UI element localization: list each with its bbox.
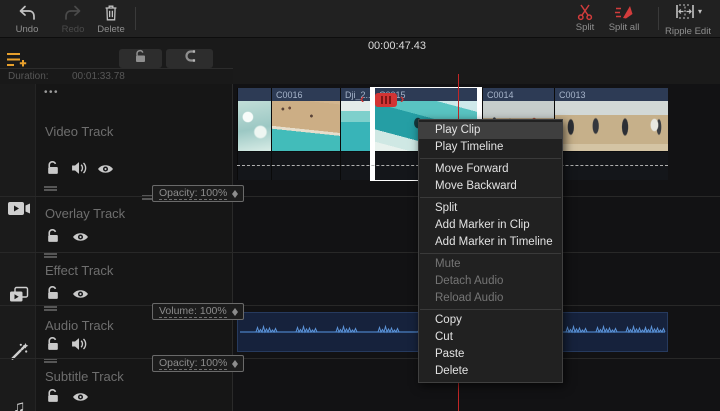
toolbar-separator xyxy=(135,7,136,30)
spinner-down-icon[interactable] xyxy=(232,312,238,316)
subtitle-opacity-spinner[interactable]: Opacity: 100% xyxy=(152,355,244,372)
menu-item-detach-audio: Detach Audio xyxy=(419,273,562,290)
ripple-edit-label: Ripple Edit xyxy=(660,26,716,37)
menu-item-copy[interactable]: Copy xyxy=(419,312,562,329)
menu-item-add-marker-in-timeline[interactable]: Add Marker in Timeline xyxy=(419,234,562,251)
audio-volume-spinner[interactable]: Volume: 100% xyxy=(152,303,244,320)
undo-icon xyxy=(4,3,50,23)
lock-open-icon[interactable] xyxy=(46,388,60,408)
clip-name: Dji_2... xyxy=(341,88,370,101)
lock-open-icon[interactable] xyxy=(46,336,60,356)
eye-icon[interactable] xyxy=(72,287,89,305)
clip-thumbnail xyxy=(555,101,668,151)
magnet-icon xyxy=(183,49,197,68)
lock-open-icon xyxy=(134,49,147,68)
video-clip[interactable] xyxy=(237,88,271,180)
menu-item-mute: Mute xyxy=(419,256,562,273)
menu-item-cut[interactable]: Cut xyxy=(419,329,562,346)
menu-item-play-timeline[interactable]: Play Timeline xyxy=(419,139,562,156)
track-icon-column: ♫ T| xyxy=(0,84,36,411)
track-resize-handle[interactable] xyxy=(44,253,57,258)
track-divider xyxy=(0,305,720,306)
playhead-grip-icon xyxy=(381,96,391,104)
clip-name: C0016 xyxy=(272,88,340,101)
context-menu: Play Clip Play Timeline Move Forward Mov… xyxy=(418,119,563,383)
video-track-icon xyxy=(7,200,31,222)
audio-track-icon: ♫ xyxy=(7,397,31,411)
track-resize-handle[interactable] xyxy=(44,306,57,311)
ripple-edit-button[interactable]: ▾ Ripple Edit xyxy=(660,3,716,37)
clip-thumbnail xyxy=(341,101,370,151)
delete-label: Delete xyxy=(88,24,134,35)
snap-magnet-button[interactable] xyxy=(166,49,213,68)
menu-separator xyxy=(420,309,561,310)
menu-item-paste[interactable]: Paste xyxy=(419,346,562,363)
audio-clip[interactable] xyxy=(557,312,668,352)
playhead-marker[interactable] xyxy=(375,93,397,107)
audio-track-label: Audio Track xyxy=(45,318,114,333)
eye-icon[interactable] xyxy=(97,162,114,180)
track-divider xyxy=(0,196,720,197)
duration-bar: Duration: 00:01:33.78 xyxy=(0,68,233,84)
ripple-edit-icon xyxy=(674,3,696,20)
track-divider xyxy=(0,358,720,359)
menu-item-split[interactable]: Split xyxy=(419,200,562,217)
clip-thumbnail xyxy=(272,101,340,151)
video-clip[interactable]: Dji_2... xyxy=(340,88,370,180)
toolbar-separator xyxy=(658,7,659,30)
lock-open-icon[interactable] xyxy=(46,160,60,180)
duration-value: 00:01:33.78 xyxy=(72,69,125,84)
clip-thumbnail xyxy=(238,101,271,151)
eye-icon[interactable] xyxy=(72,390,89,408)
add-track-button[interactable] xyxy=(6,51,32,69)
effect-track-label: Effect Track xyxy=(45,263,113,278)
menu-separator xyxy=(420,253,561,254)
spinner-down-icon[interactable] xyxy=(232,364,238,368)
toolbar: Undo Redo Delete Split Split all ▾ Rippl… xyxy=(0,0,720,38)
audio-waveform xyxy=(558,313,667,351)
volume-icon[interactable] xyxy=(71,161,87,180)
undo-button[interactable]: Undo xyxy=(4,3,50,35)
menu-item-add-marker-in-clip[interactable]: Add Marker in Clip xyxy=(419,217,562,234)
playhead-prev-icon[interactable]: ‹ xyxy=(360,91,364,106)
menu-item-move-forward[interactable]: Move Forward xyxy=(419,161,562,178)
split-all-button[interactable]: Split all xyxy=(598,3,650,33)
track-resize-handle[interactable] xyxy=(44,186,57,191)
video-track-label: Video Track xyxy=(45,124,113,139)
menu-item-play-clip[interactable]: Play Clip xyxy=(419,122,562,139)
subtitle-track-label: Subtitle Track xyxy=(45,369,124,384)
track-divider xyxy=(0,252,720,253)
playhead-timecode: 00:00:47.43 xyxy=(330,40,464,52)
duration-label: Duration: xyxy=(8,69,49,84)
video-clip[interactable]: C0016 xyxy=(271,88,340,180)
clip-name: C0013 xyxy=(555,88,668,101)
delete-button[interactable]: Delete xyxy=(88,3,134,35)
menu-item-move-backward[interactable]: Move Backward xyxy=(419,178,562,195)
trash-icon xyxy=(88,3,134,23)
menu-separator xyxy=(420,158,561,159)
menu-item-delete[interactable]: Delete xyxy=(419,363,562,380)
spinner-down-icon[interactable] xyxy=(232,194,238,198)
menu-item-reload-audio: Reload Audio xyxy=(419,290,562,307)
undo-label: Undo xyxy=(4,24,50,35)
volume-icon[interactable] xyxy=(71,337,87,356)
lock-all-tracks-button[interactable] xyxy=(119,49,162,68)
eye-icon[interactable] xyxy=(72,230,89,248)
lock-open-icon[interactable] xyxy=(46,228,60,248)
effect-track-icon xyxy=(7,342,31,366)
overlay-track-label: Overlay Track xyxy=(45,206,125,221)
playhead-next-icon[interactable]: › xyxy=(400,91,404,106)
caret-down-icon: ▾ xyxy=(698,7,702,16)
video-track-menu-dots[interactable]: ••• xyxy=(44,87,59,98)
video-opacity-spinner[interactable]: Opacity: 100% xyxy=(152,185,244,202)
lock-open-icon[interactable] xyxy=(46,285,60,305)
timeline-header: Duration: 00:01:33.78 00:00:47.43 40 1':… xyxy=(0,38,720,84)
video-clip[interactable]: C0013 xyxy=(554,88,668,180)
clip-name: C0014 xyxy=(483,88,554,101)
split-all-icon xyxy=(598,3,650,21)
menu-separator xyxy=(420,197,561,198)
split-all-label: Split all xyxy=(598,22,650,33)
clip-header xyxy=(238,88,271,101)
